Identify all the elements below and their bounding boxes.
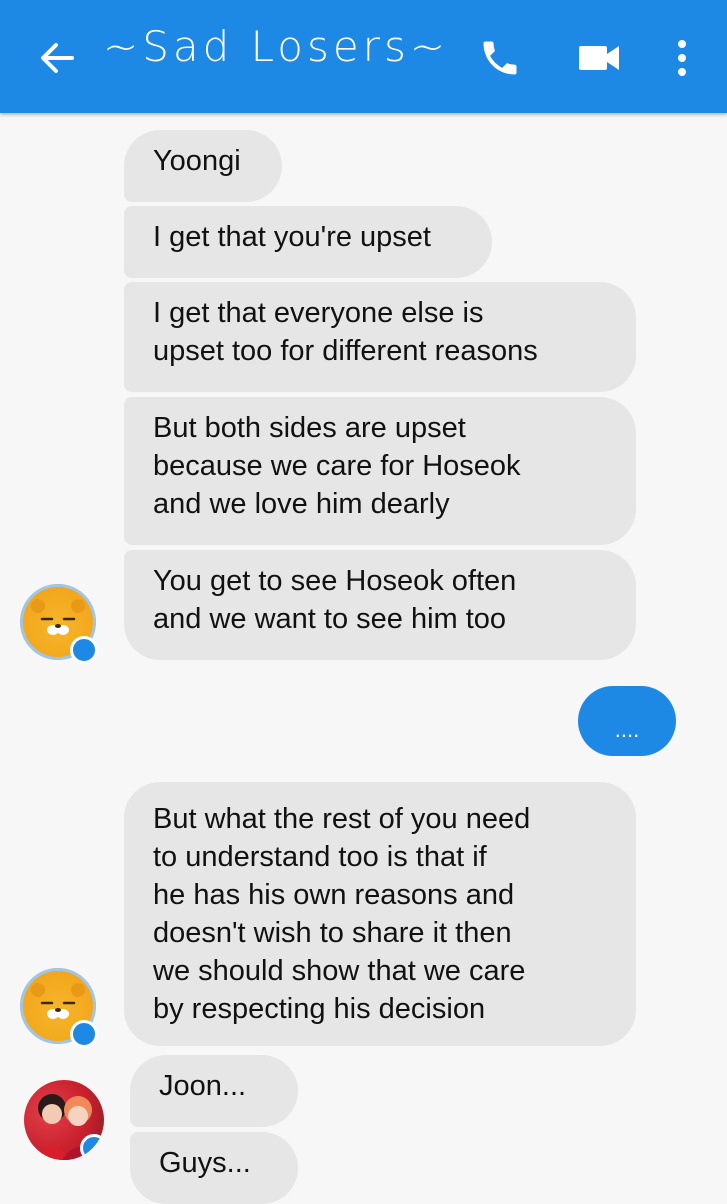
messenger-badge-icon	[80, 1134, 104, 1160]
message-line: Guys...	[159, 1147, 251, 1179]
messenger-badge-icon	[70, 1020, 98, 1048]
avatar[interactable]	[20, 584, 98, 664]
message-bubble[interactable]: Yoongi	[124, 130, 282, 202]
video-camera-icon[interactable]	[577, 42, 621, 74]
arrow-left-icon[interactable]	[36, 38, 76, 78]
message-bubble[interactable]: But both sides are upset because we care…	[124, 397, 636, 545]
message-bubble[interactable]: Guys...	[130, 1132, 298, 1204]
message-line: But both sides are upset	[153, 412, 466, 444]
app-header: ~Sad Losers~	[0, 0, 727, 113]
message-bubble[interactable]: I get that everyone else is upset too fo…	[124, 282, 636, 392]
avatar[interactable]	[24, 1080, 104, 1160]
conversation-title[interactable]: ~Sad Losers~	[103, 22, 449, 71]
avatar[interactable]	[20, 968, 98, 1048]
message-line: by respecting his decision	[153, 993, 486, 1025]
message-bubble[interactable]: But what the rest of you need to underst…	[124, 782, 636, 1046]
message-line: I get that you're upset	[153, 221, 431, 253]
message-line: I get that everyone else is	[153, 297, 484, 329]
message-line: doesn't wish to share it then	[153, 917, 512, 949]
messenger-badge-icon	[70, 636, 98, 664]
message-bubble[interactable]: You get to see Hoseok often and we want …	[124, 550, 636, 660]
message-line: he has his own reasons and	[153, 879, 515, 911]
outgoing-message-bubble[interactable]: ....	[578, 686, 676, 756]
message-line: to understand too is that if	[153, 841, 487, 873]
message-line: Joon...	[159, 1070, 247, 1102]
phone-icon[interactable]	[478, 36, 522, 80]
message-text: ....	[614, 717, 640, 742]
message-line: and we love him dearly	[153, 488, 450, 520]
message-bubble[interactable]: Joon...	[130, 1055, 298, 1127]
message-line: You get to see Hoseok often	[153, 565, 517, 597]
message-line: upset too for different reasons	[153, 335, 538, 367]
more-vertical-icon[interactable]	[670, 36, 694, 80]
message-line: and we want to see him too	[153, 603, 507, 635]
message-bubble[interactable]: I get that you're upset	[124, 206, 492, 278]
message-line: Yoongi	[153, 145, 241, 177]
message-line: But what the rest of you need	[153, 803, 531, 835]
message-line: because we care for Hoseok	[153, 450, 521, 482]
message-line: we should show that we care	[153, 955, 526, 987]
